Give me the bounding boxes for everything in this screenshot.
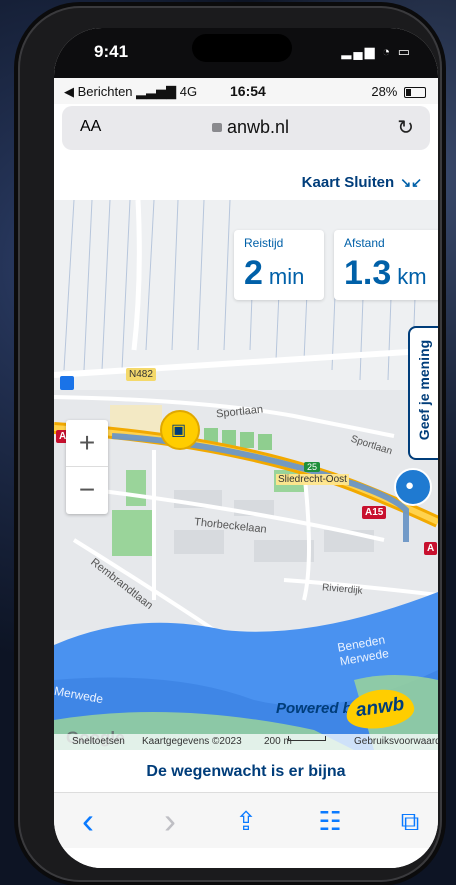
share-button[interactable]: ⇪: [226, 803, 266, 839]
road-label-a15-right: A15: [362, 506, 387, 519]
exit-number-label: 25: [304, 462, 321, 472]
collapse-icon: ↘↙: [400, 175, 422, 190]
back-button[interactable]: ‹: [68, 803, 108, 839]
dynamic-island: [192, 34, 292, 62]
map-data-link[interactable]: Kaartgegevens ©2023: [142, 736, 242, 747]
road-label-n482: N482: [126, 368, 156, 381]
travel-time-card: Reistijd 2 min: [234, 230, 324, 300]
back-to-app-link[interactable]: ◀ Berichten: [64, 84, 133, 99]
device-time: 9:41: [94, 42, 129, 61]
close-map-button[interactable]: Kaart Sluiten ↘↙: [302, 174, 422, 191]
zoom-out-button[interactable]: −: [66, 467, 108, 513]
phone-frame: 9:41 ▂▄▆ ◔ ▭ ◀ Berichten ▂▃▅▇ 4G 16:54 2…: [18, 6, 442, 882]
travel-time-label: Reistijd: [244, 236, 284, 250]
map-view[interactable]: N482 A15 Sportlaan Sportlaan 25 Sliedrec…: [54, 200, 438, 750]
address-bar[interactable]: AA anwb.nl ↻: [62, 106, 430, 150]
exit-name-label: Sliedrecht-Oost: [276, 474, 349, 485]
feedback-tab[interactable]: Geef je mening: [408, 326, 438, 460]
home-indicator-area: [54, 848, 438, 868]
distance-unit: km: [397, 264, 427, 289]
car-icon: ●: [405, 477, 415, 494]
map-attribution: Sneltoetsen Kaartgegevens ©2023 200 m Ge…: [54, 734, 438, 750]
tabs-button[interactable]: ⧉: [390, 803, 430, 839]
close-map-label: Kaart Sluiten: [301, 174, 395, 191]
reload-icon[interactable]: ↻: [397, 115, 414, 140]
inner-time: 16:54: [230, 83, 266, 99]
zoom-in-button[interactable]: +: [66, 420, 108, 467]
wegenwacht-van-marker[interactable]: ▣: [160, 410, 200, 450]
road-label-a-edge: A: [424, 542, 438, 555]
travel-time-unit: min: [268, 264, 305, 289]
browser-toolbar: ‹ › ⇪ ☷ ⧉: [54, 792, 438, 849]
status-message: De wegenwacht is er bijna: [54, 750, 438, 794]
forward-button[interactable]: ›: [150, 803, 190, 839]
distance-label: Afstand: [344, 236, 385, 250]
travel-time-value: 2: [244, 254, 263, 292]
device-status-icons: ▂▄▆ ◔ ▭: [341, 44, 412, 59]
distance-value: 1.3: [344, 254, 392, 292]
feedback-label: Geef je mening: [416, 339, 432, 441]
battery-icon: [404, 87, 426, 99]
device-status-bar: 9:41 ▂▄▆ ◔ ▭: [54, 28, 438, 78]
phone-screen: 9:41 ▂▄▆ ◔ ▭ ◀ Berichten ▂▃▅▇ 4G 16:54 2…: [54, 28, 438, 868]
signal-icon: ▂▃▅▇ 4G: [136, 84, 198, 99]
my-car-marker[interactable]: ●: [394, 468, 432, 506]
inner-status-bar: ◀ Berichten ▂▃▅▇ 4G 16:54 28%: [54, 78, 438, 104]
reader-options-button[interactable]: AA: [80, 118, 101, 136]
scale-bar: [288, 736, 326, 741]
lock-icon: [212, 123, 222, 132]
zoom-controls: + −: [66, 420, 108, 514]
map-header: Kaart Sluiten ↘↙: [54, 164, 438, 200]
url-text: anwb.nl: [227, 117, 290, 137]
terms-link[interactable]: Gebruiksvoorwaarden: [354, 736, 438, 747]
battery-percent: 28%: [371, 84, 398, 99]
url-field[interactable]: anwb.nl: [212, 117, 289, 138]
distance-card: Afstand 1.3 km: [334, 230, 438, 300]
van-icon: ▣: [171, 422, 187, 439]
keyboard-shortcuts-link[interactable]: Sneltoetsen: [72, 736, 125, 747]
bookmarks-button[interactable]: ☷: [310, 803, 350, 839]
anwb-logo-text: anwb: [354, 693, 406, 722]
